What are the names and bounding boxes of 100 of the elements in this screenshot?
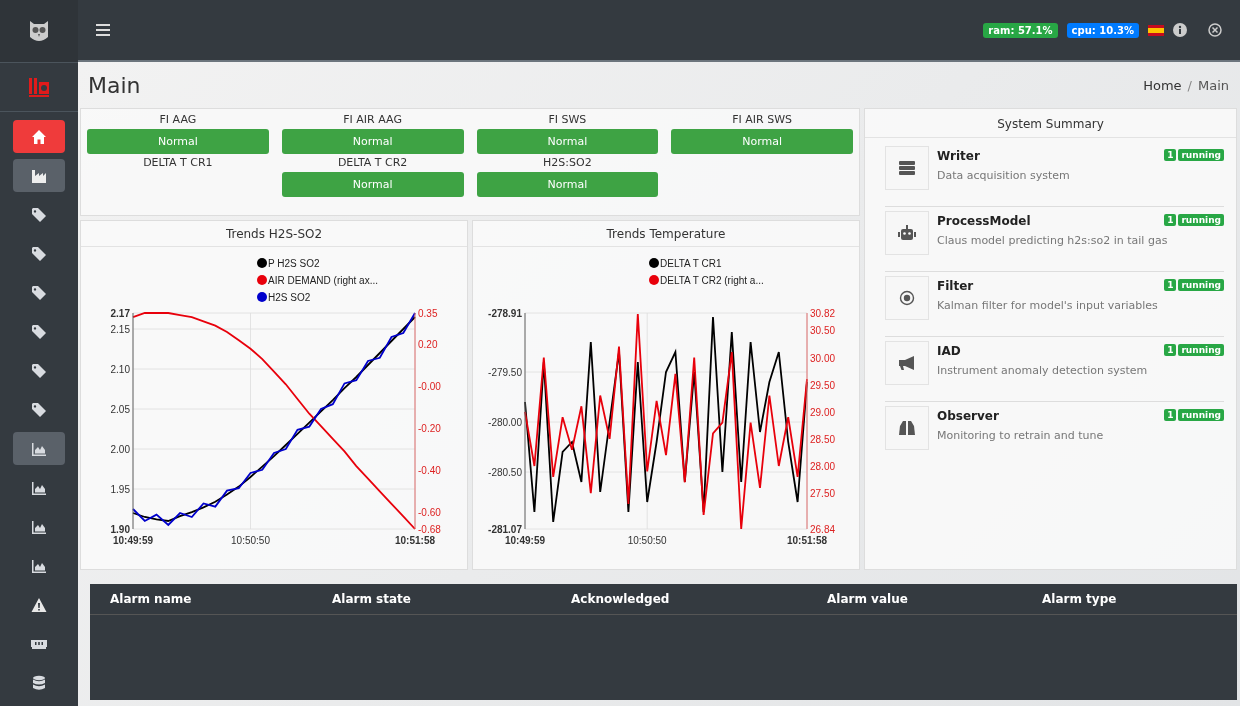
x-tick-label: 10:49:59 <box>113 535 153 546</box>
factory-logo <box>28 76 50 98</box>
column-header: Alarm name <box>110 592 193 606</box>
chart-title: Trends H2S-SO2 <box>81 221 467 247</box>
legend-label[interactable]: AIR DEMAND (right ax... <box>268 275 379 286</box>
sidebar-item[interactable] <box>13 159 65 192</box>
cpu-badge: cpu: 10.3% <box>1066 22 1139 38</box>
breadcrumb-item[interactable]: Home <box>1143 77 1182 93</box>
home-icon <box>31 128 47 145</box>
service-name: IAD <box>937 344 961 358</box>
sidebar-item[interactable] <box>13 120 65 153</box>
server-icon <box>898 160 916 176</box>
count-badge: 1 <box>1164 344 1177 356</box>
y-tick-label: 1.90 <box>110 524 130 535</box>
y-tick-label: -0.68 <box>418 524 441 535</box>
area-chart-icon <box>31 479 47 496</box>
status-indicator: Normal <box>671 129 853 154</box>
y-tick-label: 0.35 <box>418 308 438 319</box>
flag-icon[interactable] <box>1148 24 1164 36</box>
factory-icon <box>31 167 47 184</box>
status-indicator: Normal <box>476 172 659 197</box>
status-label: FI AIR AAG <box>342 113 403 126</box>
page-title: Main <box>88 72 141 98</box>
warning-icon <box>31 596 47 613</box>
binoculars-icon <box>898 420 916 436</box>
y-tick-label: 2.00 <box>110 444 130 455</box>
y-tick-label: -0.20 <box>418 423 441 435</box>
y-tick-label: 2.17 <box>110 308 130 319</box>
menu-icon[interactable] <box>96 24 110 36</box>
y-tick-label: -0.40 <box>418 465 441 477</box>
status-label: H2S:SO2 <box>542 156 593 169</box>
status-label: FI AIR SWS <box>731 113 794 126</box>
sidebar-item[interactable] <box>13 432 65 465</box>
database-icon <box>31 674 47 691</box>
megaphone-icon <box>898 355 916 371</box>
y-tick-label: 0.20 <box>418 339 438 351</box>
service-description: Claus model predicting h2s:so2 in tail gas <box>937 234 1169 247</box>
status-label: DELTA T CR1 <box>142 156 214 169</box>
y-tick-label: 1.95 <box>110 484 130 495</box>
y-tick-label: 29.50 <box>810 379 836 391</box>
y-tick-label: 30.50 <box>810 325 836 337</box>
panel-title: System Summary <box>865 109 1236 138</box>
robot-icon <box>898 225 916 241</box>
tag-icon <box>31 245 47 262</box>
breadcrumb-separator: / <box>1187 77 1192 93</box>
ram-badge: ram: 57.1% <box>983 22 1058 38</box>
legend-label[interactable]: P H2S SO2 <box>268 258 320 269</box>
y-tick-label: -278.91 <box>488 308 522 319</box>
y-tick-label: 26.84 <box>810 524 836 535</box>
tag-icon <box>31 401 47 418</box>
status-indicator: Normal <box>87 129 269 154</box>
status-indicator: Normal <box>281 129 464 154</box>
y-tick-label: -279.50 <box>488 367 522 378</box>
status-label: DELTA T CR2 <box>336 156 409 169</box>
area-chart-icon <box>31 557 47 574</box>
x-tick-label: 10:51:58 <box>395 535 435 546</box>
y-tick-label: -281.07 <box>488 524 522 535</box>
x-tick-label: 10:51:58 <box>787 535 827 546</box>
target-icon <box>898 290 916 306</box>
status-badge: running <box>1178 279 1224 291</box>
x-tick-label: 10:49:59 <box>505 535 545 546</box>
y-tick-label: 2.05 <box>110 404 130 415</box>
chart-title: Trends Temperature <box>473 221 859 247</box>
close-icon[interactable] <box>1208 23 1222 37</box>
count-badge: 1 <box>1164 279 1177 291</box>
y-tick-label: 2.10 <box>110 364 130 375</box>
column-header: Alarm value <box>827 592 909 606</box>
area-chart-icon <box>31 518 47 535</box>
y-tick-label: 28.50 <box>810 433 836 445</box>
y-tick-label: -0.00 <box>418 381 441 393</box>
tag-icon <box>31 362 47 379</box>
service-name: ProcessModel <box>937 214 1031 228</box>
status-indicator: Normal <box>281 172 464 197</box>
y-tick-label: 29.00 <box>810 406 836 418</box>
tag-icon <box>31 206 47 223</box>
legend-label[interactable]: H2S SO2 <box>268 292 311 303</box>
count-badge: 1 <box>1164 149 1177 161</box>
tag-icon <box>31 323 47 340</box>
status-badge: running <box>1178 149 1224 161</box>
column-header: Alarm state <box>332 592 412 606</box>
info-icon[interactable] <box>1173 23 1187 37</box>
status-badge: running <box>1178 214 1224 226</box>
x-tick-label: 10:50:50 <box>231 535 270 546</box>
legend-label[interactable]: DELTA T CR2 (right a... <box>660 275 764 286</box>
tag-icon <box>31 284 47 301</box>
service-description: Instrument anomaly detection system <box>937 364 1149 377</box>
service-name: Observer <box>937 409 999 423</box>
status-indicator: Normal <box>476 129 659 154</box>
service-name: Writer <box>937 149 980 163</box>
y-tick-label: -280.00 <box>488 417 522 428</box>
service-description: Monitoring to retrain and tune <box>937 429 1105 442</box>
status-label: FI SWS <box>547 113 588 126</box>
legend-label[interactable]: DELTA T CR1 <box>660 258 722 269</box>
service-description: Data acquisition system <box>937 169 1071 182</box>
column-header: Alarm type <box>1042 592 1117 606</box>
y-tick-label: -280.50 <box>488 467 522 478</box>
area-chart-icon <box>31 440 47 457</box>
service-name: Filter <box>937 279 974 293</box>
breadcrumb-item: Main <box>1197 77 1229 93</box>
count-badge: 1 <box>1164 409 1177 421</box>
